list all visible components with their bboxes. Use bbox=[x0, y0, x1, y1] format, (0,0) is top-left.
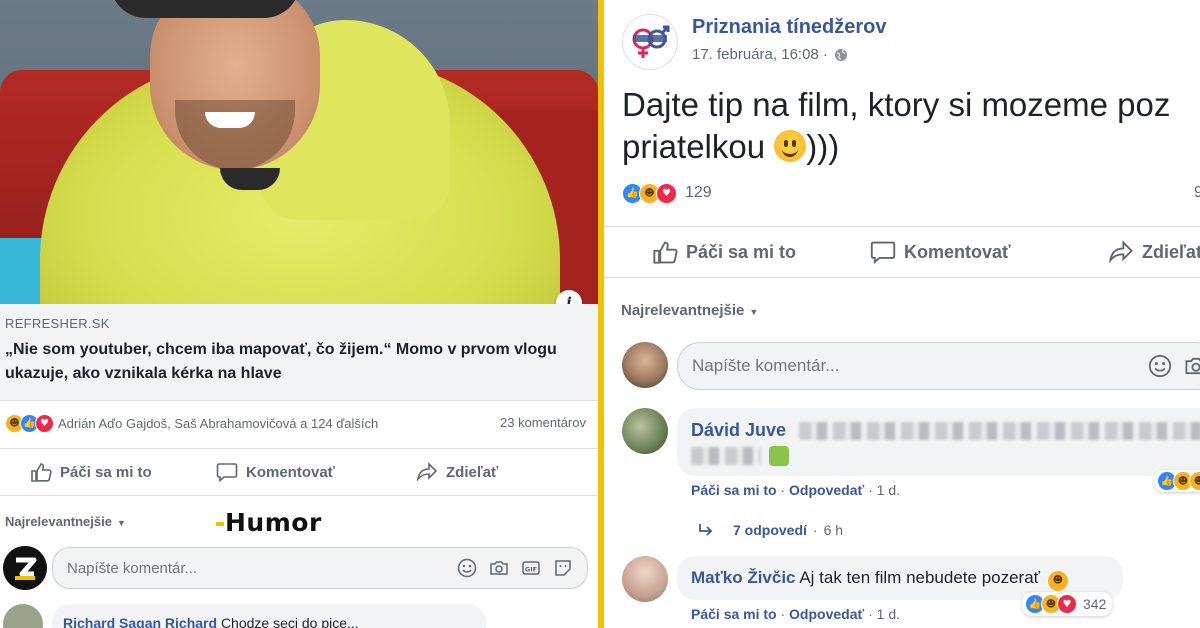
emoji-icon[interactable] bbox=[457, 558, 477, 578]
right-comment-input-box bbox=[677, 342, 1200, 390]
share-icon bbox=[416, 462, 438, 482]
comment-like-link[interactable]: Páči sa mi to bbox=[691, 606, 777, 622]
haha-reaction-icon: ☻ bbox=[1189, 471, 1200, 491]
link-preview-box[interactable]: REFRESHER.SK „Nie som youtuber, chcem ib… bbox=[0, 304, 598, 401]
zhumor-watermark: Humor bbox=[216, 508, 322, 537]
comment-author[interactable]: Dávid Juve bbox=[691, 420, 786, 440]
view-replies[interactable]: 7 odpovedí · 6 h bbox=[697, 522, 843, 538]
camera-icon[interactable] bbox=[489, 558, 509, 578]
comment-avatar[interactable] bbox=[622, 408, 668, 454]
comment-button[interactable]: Komentovať bbox=[216, 462, 335, 482]
comment-icon bbox=[870, 241, 896, 264]
sort-label: Najrelevantnejšie bbox=[621, 302, 745, 319]
share-button-label: Zdieľať bbox=[1142, 241, 1200, 262]
comment-reactions[interactable]: 👍 ☻ ♥ 342 bbox=[1022, 592, 1113, 616]
comment-like-link[interactable]: Páči sa mi to bbox=[691, 482, 777, 498]
replies-time: 6 h bbox=[823, 522, 844, 538]
comment-button[interactable]: Komentovať bbox=[870, 240, 1011, 264]
current-user-avatar[interactable] bbox=[622, 342, 668, 388]
camera-icon[interactable] bbox=[1184, 354, 1200, 378]
emoji-icon[interactable] bbox=[1148, 354, 1172, 378]
reaction-summary[interactable]: ☻ 👍 ♥ Adrián Aďo Gajdoš, Saš Abrahamovič… bbox=[5, 413, 378, 433]
post-time-text: 17. februára, 16:08 · bbox=[692, 46, 828, 63]
comment-author[interactable]: Maťko Živčic bbox=[691, 568, 796, 587]
laughing-emoji-icon: ☻ bbox=[1046, 569, 1069, 592]
sticker-icon[interactable] bbox=[553, 558, 573, 578]
replies-count[interactable]: 7 odpovedí bbox=[733, 522, 807, 538]
comment-meta: Páči sa mi to · Odpovedať · 1 d. bbox=[691, 482, 901, 498]
post-timestamp[interactable]: 17. februára, 16:08 · bbox=[692, 46, 848, 63]
comment-count[interactable]: 23 komentárov bbox=[500, 415, 586, 430]
caret-down-icon: ▼ bbox=[116, 518, 126, 528]
post-text: Dajte tip na film, ktory si mozeme poz p… bbox=[622, 84, 1200, 168]
comment-input[interactable] bbox=[678, 343, 1200, 389]
link-title[interactable]: „Nie som youtuber, chcem iba mapovať, čo… bbox=[5, 338, 585, 386]
smiley-emoji-icon bbox=[774, 130, 807, 162]
right-reaction-summary[interactable]: 👍 ☻ ♥ 129 bbox=[622, 182, 712, 204]
gif-icon[interactable]: GIF bbox=[521, 558, 541, 578]
love-reaction-icon: ♥ bbox=[1057, 594, 1077, 614]
blurred-comment-text-line2 bbox=[691, 447, 761, 465]
comment-sort-dropdown[interactable]: Najrelevantnejšie ▼ bbox=[621, 302, 758, 319]
post-text-line2: priatelkou bbox=[622, 128, 766, 165]
right-facebook-post: Priznania tínedžerov 17. februára, 16:08… bbox=[604, 0, 1200, 628]
commenter-avatar[interactable] bbox=[3, 604, 43, 628]
like-button-label: Páči sa mi to bbox=[60, 463, 152, 481]
page-logo-icon bbox=[623, 15, 677, 69]
comment-meta: Páči sa mi to · Odpovedať · 1 d. bbox=[691, 606, 901, 622]
comment-text: Aj tak ten film nebudete pozerať bbox=[799, 568, 1041, 587]
comment-time[interactable]: 1 d. bbox=[877, 606, 900, 622]
nauseated-emoji-icon bbox=[769, 446, 790, 466]
blurred-comment-text bbox=[799, 422, 1200, 441]
comment-button-label: Komentovať bbox=[904, 241, 1011, 262]
caret-down-icon: ▼ bbox=[749, 307, 759, 317]
right-action-bar: Páči sa mi to Komentovať Zdieľať bbox=[604, 226, 1200, 278]
svg-text:GIF: GIF bbox=[525, 566, 537, 574]
comment-avatar[interactable] bbox=[622, 556, 668, 602]
comment-text: Chodze seci do pice... bbox=[220, 615, 359, 628]
comment-reply-link[interactable]: Odpovedať bbox=[789, 606, 864, 622]
like-button-label: Páči sa mi to bbox=[686, 241, 797, 262]
comment-reply-link[interactable]: Odpovedať bbox=[789, 482, 864, 498]
right-edge-count: 9 bbox=[1194, 184, 1200, 201]
comment-reaction-count: 342 bbox=[1083, 596, 1107, 612]
thumbs-up-icon bbox=[31, 463, 52, 482]
love-reaction-icon: ♥ bbox=[656, 182, 677, 204]
comment-bubble: Richard Sagan Richard Chodze seci do pic… bbox=[52, 604, 486, 628]
share-button-label: Zdieľať bbox=[446, 463, 499, 481]
reply-arrow-icon bbox=[699, 524, 713, 536]
link-domain: REFRESHER.SK bbox=[5, 316, 110, 331]
comment-icon bbox=[216, 463, 238, 482]
share-button[interactable]: Zdieľať bbox=[416, 462, 498, 482]
comment-sort-dropdown[interactable]: Najrelevantnejšie ▼ bbox=[5, 514, 126, 529]
reactor-names[interactable]: Adrián Aďo Gajdoš, Saš Abrahamovičová a … bbox=[58, 416, 378, 431]
watermark-text: Humor bbox=[225, 508, 322, 537]
reaction-count: 129 bbox=[685, 184, 712, 201]
share-button[interactable]: Zdieľať bbox=[1108, 240, 1200, 264]
share-icon bbox=[1108, 240, 1133, 264]
globe-icon bbox=[834, 48, 847, 61]
page-name[interactable]: Priznania tínedžerov bbox=[692, 16, 887, 39]
comment-time[interactable]: 1 d. bbox=[877, 482, 900, 498]
post-text-line1: Dajte tip na film, ktory si mozeme poz bbox=[622, 86, 1171, 123]
zhumor-avatar[interactable] bbox=[3, 546, 47, 590]
thumbs-up-icon bbox=[653, 241, 678, 264]
action-bar: Páči sa mi to Komentovať Zdieľať bbox=[0, 448, 598, 496]
comment-author[interactable]: Richard Sagan Richard bbox=[63, 615, 217, 628]
like-button[interactable]: Páči sa mi to bbox=[30, 462, 152, 482]
left-facebook-post: i REFRESHER.SK „Nie som youtuber, chcem … bbox=[0, 0, 598, 628]
zhumor-logo-icon bbox=[3, 546, 47, 590]
love-reaction-icon: ♥ bbox=[35, 413, 54, 433]
comment-reactions[interactable]: 👍 ☻ ☻ bbox=[1154, 470, 1200, 492]
comment-input-box: GIF bbox=[52, 547, 588, 589]
link-preview-image[interactable] bbox=[0, 0, 598, 304]
post-text-suffix: ))) bbox=[806, 128, 840, 165]
comment-button-label: Komentovať bbox=[246, 463, 335, 481]
sort-label: Najrelevantnejšie bbox=[5, 514, 112, 529]
like-button[interactable]: Páči sa mi to bbox=[652, 240, 796, 264]
page-avatar[interactable] bbox=[622, 14, 678, 70]
comment-bubble: Dávid Juve bbox=[677, 408, 1200, 476]
